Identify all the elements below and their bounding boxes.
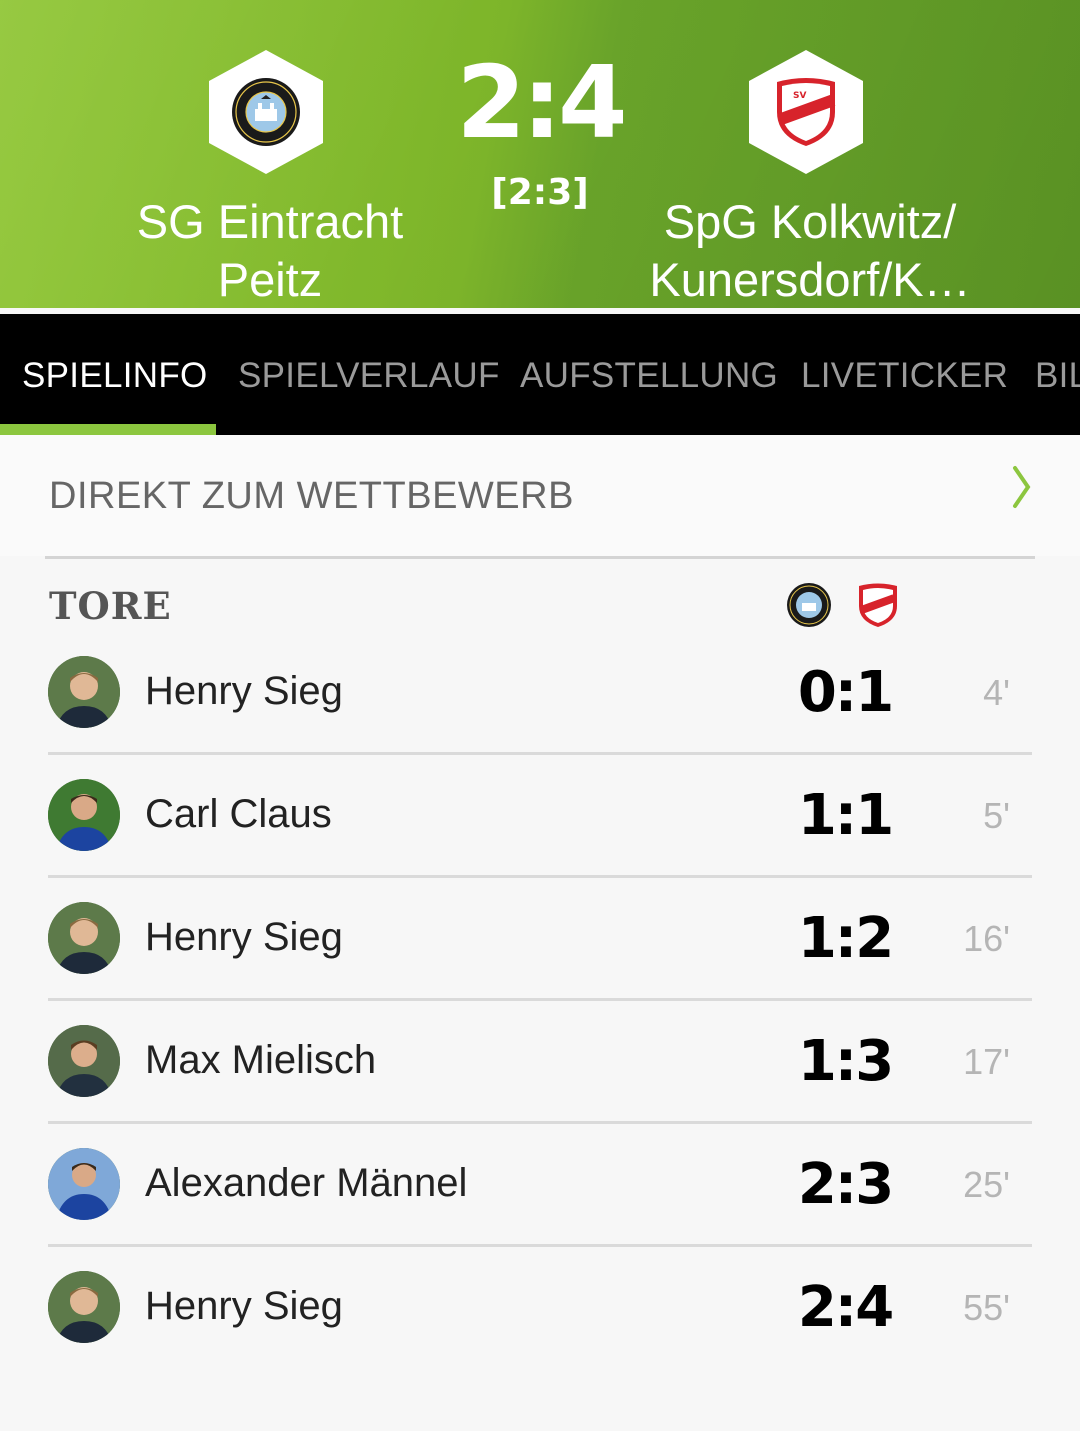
- goal-minute: 17': [963, 1041, 1010, 1082]
- player-name: Henry Sieg: [145, 669, 343, 713]
- home-team-name[interactable]: SG Eintracht Peitz: [100, 193, 440, 308]
- goal-minute: 4': [983, 672, 1010, 713]
- away-team-mini-crest-icon: [856, 582, 902, 628]
- goal-score: 2:4: [797, 1275, 894, 1340]
- away-team-label: SpG Kolkwitz/ Kunersdorf/K…: [649, 195, 971, 306]
- section-divider: [45, 556, 1035, 559]
- row-divider: [48, 752, 1032, 755]
- goal-score: 1:1: [797, 783, 894, 848]
- tab-spielinfo[interactable]: SPIELINFO: [22, 314, 208, 435]
- away-team-crest[interactable]: SV: [749, 50, 863, 174]
- player-name: Max Mielisch: [145, 1038, 377, 1082]
- kolkwitz-logo-icon: SV: [777, 78, 836, 146]
- player-name: Alexander Männel: [145, 1161, 468, 1205]
- goals-section-title: TORE: [49, 584, 172, 628]
- svg-text:SV: SV: [793, 91, 806, 101]
- competition-link[interactable]: DIREKT ZUM WETTBEWERB: [0, 435, 1080, 556]
- away-team-name[interactable]: SpG Kolkwitz/ Kunersdorf/K…: [630, 193, 990, 308]
- competition-link-label: DIREKT ZUM WETTBEWERB: [49, 475, 574, 517]
- active-tab-indicator: [0, 424, 216, 435]
- player-name: Henry Sieg: [145, 1284, 343, 1328]
- player-avatar: [48, 779, 120, 851]
- goal-score: 1:2: [797, 906, 894, 971]
- tab-spielverlauf[interactable]: SPIELVERLAUF: [238, 314, 500, 435]
- player-avatar: [48, 1271, 120, 1343]
- home-team-mini-crest-icon: [786, 582, 832, 628]
- goal-minute: 55': [963, 1287, 1010, 1328]
- halftime-score: [2:3]: [491, 172, 589, 213]
- match-header: 2:4 [2:3] SV SG Eintracht Peitz SpG Kolk…: [0, 0, 1080, 308]
- player-name: Henry Sieg: [145, 915, 343, 959]
- player-avatar: [48, 656, 120, 728]
- eintracht-peitz-logo-icon: [232, 78, 300, 146]
- final-score: 2:4: [456, 44, 627, 161]
- home-team-label: SG Eintracht Peitz: [136, 195, 404, 306]
- player-avatar: [48, 1025, 120, 1097]
- tab-liveticker[interactable]: LIVETICKER: [801, 314, 1008, 435]
- tab-aufstellung[interactable]: AUFSTELLUNG: [520, 314, 778, 435]
- goal-score: 2:3: [797, 1152, 894, 1217]
- row-divider: [48, 998, 1032, 1001]
- goal-minute: 5': [983, 795, 1010, 836]
- home-team-crest[interactable]: [209, 50, 323, 174]
- chevron-right-icon: [1012, 465, 1032, 521]
- goal-score: 1:3: [797, 1029, 894, 1094]
- tab-bar: SPIELINFO SPIELVERLAUF AUFSTELLUNG LIVET…: [0, 314, 1080, 435]
- player-avatar: [48, 1148, 120, 1220]
- row-divider: [48, 1244, 1032, 1247]
- goal-score: 0:1: [797, 660, 894, 725]
- row-divider: [48, 1121, 1032, 1124]
- player-name: Carl Claus: [145, 792, 332, 836]
- goal-minute: 16': [963, 918, 1010, 959]
- goal-minute: 25': [963, 1164, 1010, 1205]
- row-divider: [48, 875, 1032, 878]
- goal-row[interactable]: Henry Sieg 2:4 55': [0, 1271, 1080, 1431]
- player-avatar: [48, 902, 120, 974]
- tab-bilder[interactable]: BIL: [1035, 314, 1080, 435]
